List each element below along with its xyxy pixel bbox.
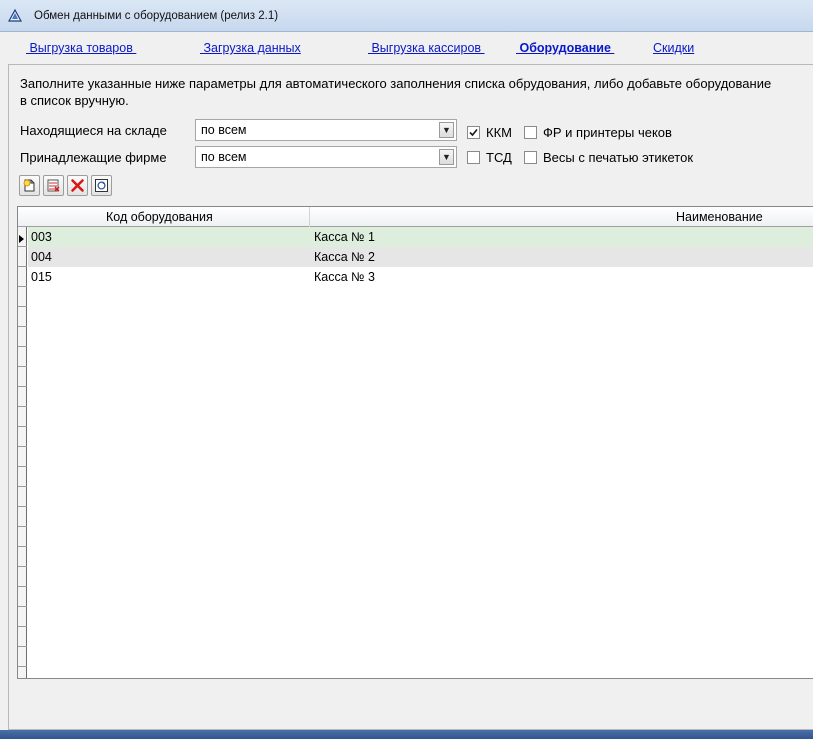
checkbox-kkm-box[interactable] bbox=[467, 126, 480, 139]
window-title: Обмен данными с оборудованием (релиз 2.1… bbox=[34, 10, 279, 22]
checkmark-icon bbox=[469, 128, 478, 137]
checkbox-kkm[interactable]: ККМ bbox=[467, 125, 512, 140]
chevron-down-icon[interactable]: ▼ bbox=[439, 149, 454, 165]
warehouse-select-value: по всем bbox=[201, 123, 247, 137]
add-icon bbox=[23, 179, 35, 192]
column-separator[interactable] bbox=[309, 207, 310, 227]
checkbox-label-scales-label: Весы с печатью этикеток bbox=[543, 150, 694, 165]
refresh-icon bbox=[95, 179, 108, 192]
checkbox-tsd[interactable]: ТСД bbox=[467, 150, 512, 165]
delete-button[interactable] bbox=[67, 175, 88, 196]
cell-name: Касса № 1 bbox=[314, 230, 375, 244]
tab-export-cashiers[interactable]: Выгрузка кассиров bbox=[368, 41, 485, 55]
company-select[interactable]: по всем ▼ bbox=[195, 146, 457, 168]
cell-code: 015 bbox=[31, 270, 52, 284]
title-bar: Обмен данными с оборудованием (релиз 2.1… bbox=[0, 0, 813, 32]
copy-icon bbox=[47, 179, 60, 192]
table-row[interactable]: 004 Касса № 2 bbox=[28, 247, 813, 267]
tab-export-goods[interactable]: Выгрузка товаров bbox=[26, 41, 136, 55]
checkbox-fiscal-printers-label: ФР и принтеры чеков bbox=[543, 125, 672, 140]
company-filter-label: Принадлежащие фирме bbox=[20, 150, 167, 165]
instructions-text: Заполните указанные ниже параметры для а… bbox=[20, 76, 772, 108]
chevron-down-icon[interactable]: ▼ bbox=[439, 122, 454, 138]
taskbar-strip bbox=[0, 730, 813, 739]
app-icon bbox=[8, 9, 22, 22]
add-button[interactable] bbox=[19, 175, 40, 196]
table-row[interactable]: 015 Касса № 3 bbox=[28, 267, 813, 287]
column-header-code[interactable]: Код оборудования bbox=[106, 210, 213, 224]
tab-discounts[interactable]: Скидки bbox=[653, 41, 694, 55]
cell-name: Касса № 2 bbox=[314, 250, 375, 264]
checkbox-label-scales[interactable]: Весы с печатью этикеток bbox=[524, 150, 693, 165]
current-row-marker-icon bbox=[19, 235, 24, 243]
table-row[interactable]: 003 Касса № 1 bbox=[28, 227, 813, 247]
company-select-value: по всем bbox=[201, 150, 247, 164]
checkbox-tsd-box[interactable] bbox=[467, 151, 480, 164]
refresh-button[interactable] bbox=[91, 175, 112, 196]
tab-equipment[interactable]: Оборудование bbox=[516, 41, 614, 55]
table-header: Код оборудования Наименование bbox=[18, 207, 813, 227]
cell-code: 003 bbox=[31, 230, 52, 244]
copy-button[interactable] bbox=[43, 175, 64, 196]
checkbox-label-scales-box[interactable] bbox=[524, 151, 537, 164]
equipment-table[interactable]: Код оборудования Наименование 003 Касса … bbox=[17, 206, 813, 679]
equipment-panel: Заполните указанные ниже параметры для а… bbox=[8, 64, 813, 730]
checkbox-fiscal-printers[interactable]: ФР и принтеры чеков bbox=[524, 125, 672, 140]
tab-load-data[interactable]: Загрузка данных bbox=[200, 41, 300, 55]
warehouse-filter-label: Находящиеся на складе bbox=[20, 123, 167, 138]
checkbox-fiscal-printers-box[interactable] bbox=[524, 126, 537, 139]
column-header-name[interactable]: Наименование bbox=[676, 210, 763, 224]
cell-code: 004 bbox=[31, 250, 52, 264]
checkbox-tsd-label: ТСД bbox=[486, 150, 512, 165]
tab-bar: Выгрузка товаров Загрузка данных Выгрузк… bbox=[0, 32, 813, 64]
table-body: 003 Касса № 1 004 Касса № 2 015 Касса № … bbox=[28, 227, 813, 287]
warehouse-select[interactable]: по всем ▼ bbox=[195, 119, 457, 141]
row-indicator-column bbox=[18, 227, 27, 678]
cell-name: Касса № 3 bbox=[314, 270, 375, 284]
grid-toolbar bbox=[19, 175, 115, 199]
delete-icon bbox=[71, 179, 84, 192]
checkbox-kkm-label: ККМ bbox=[486, 125, 512, 140]
